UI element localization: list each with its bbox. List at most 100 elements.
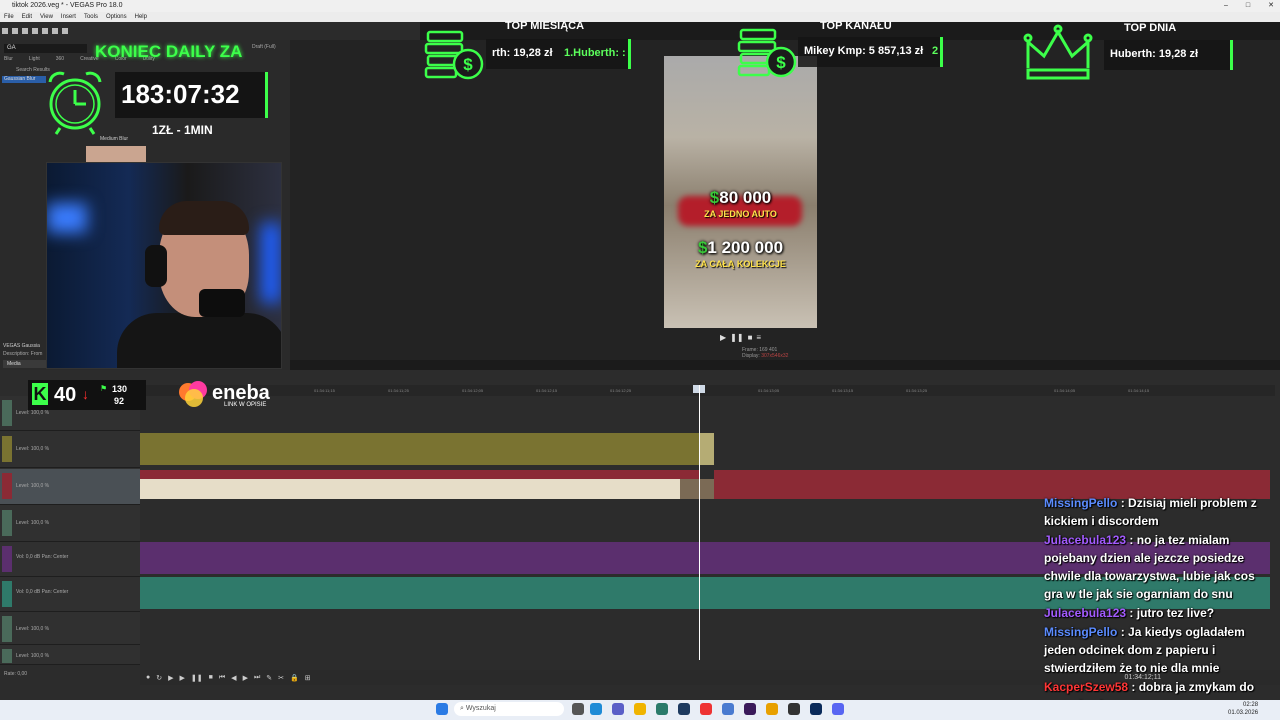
app-icon[interactable] — [744, 703, 756, 715]
app-icon[interactable] — [766, 703, 778, 715]
track-level: Level: 100,0 % — [16, 520, 50, 526]
down-arrow-icon: ↓ — [82, 386, 89, 402]
clip-header[interactable] — [140, 470, 700, 479]
play-icon[interactable]: ▶ — [720, 333, 726, 342]
opera-icon[interactable] — [700, 703, 712, 715]
taskbar-search-input[interactable]: ⌕ Wyszukaj — [454, 702, 564, 716]
menu-view[interactable]: View — [40, 12, 53, 22]
next-frame-icon[interactable]: ▶ — [243, 674, 248, 682]
obs-icon[interactable] — [788, 703, 800, 715]
track-header[interactable]: Vol: 0,0 dB Pan: Center — [0, 542, 140, 577]
pause-icon[interactable]: ❚❚ — [730, 333, 743, 342]
redo-icon[interactable] — [62, 28, 68, 34]
play-icon[interactable]: ▶ — [168, 674, 173, 682]
top-day-box: Huberth: 19,28 zł — [1104, 40, 1233, 70]
undo-icon[interactable] — [52, 28, 58, 34]
discord-icon[interactable] — [832, 703, 844, 715]
loop-icon[interactable]: ↻ — [156, 674, 162, 682]
video-clip[interactable] — [140, 479, 680, 499]
video-clip[interactable] — [700, 433, 714, 465]
track-header[interactable]: Level: 100,0 % — [0, 469, 140, 505]
track-header[interactable]: Vol: 0,0 dB Pan: Center — [0, 577, 140, 612]
ruler-tick: 01:34:12;05 — [462, 388, 484, 393]
window-titlebar: tiktok 2026.veg * - VEGAS Pro 18.0 – □ ✕ — [0, 0, 1280, 12]
price-1-value: 80 000 — [719, 188, 772, 207]
price-2-value: 1 200 000 — [707, 238, 784, 257]
ruler-tick: 01:34:14;05 — [1054, 388, 1076, 393]
video-clip[interactable] — [140, 433, 700, 465]
track-level: Level: 100,0 % — [16, 483, 50, 489]
taskbar-clock[interactable]: 02:28 01.03.2026 — [1228, 701, 1258, 717]
menu-edit[interactable]: Edit — [22, 12, 32, 22]
prev-frame-icon[interactable]: ◀ — [231, 674, 236, 682]
menu-help[interactable]: Help — [135, 12, 147, 22]
frame-info: Frame: 169 401 Display: 307x546x32 — [742, 347, 788, 359]
pause-icon[interactable]: ❚❚ — [191, 674, 203, 682]
properties-icon[interactable] — [32, 28, 38, 34]
stop-icon[interactable]: ■ — [209, 674, 213, 681]
money-stack-icon: $ — [424, 30, 484, 80]
fx-search-input[interactable]: GA — [4, 44, 87, 53]
timeline-ruler[interactable]: 01:34:11;15 01:34:11;25 01:34:12;05 01:3… — [140, 385, 1275, 396]
go-start-icon[interactable]: ⏮ — [219, 674, 225, 682]
windows-start-icon[interactable] — [436, 703, 448, 715]
menu-icon[interactable]: ≡ — [756, 333, 761, 342]
chat-username: Julacebula123 — [1044, 606, 1127, 620]
main-toolbar — [0, 22, 420, 40]
tab-blur[interactable]: Blur — [4, 56, 13, 62]
fx-list-item-gaussian[interactable]: Gaussian Blur — [2, 76, 46, 83]
tab-light[interactable]: Light — [29, 56, 40, 62]
preset-thumbnail[interactable] — [86, 146, 146, 162]
vegas-icon[interactable] — [678, 703, 690, 715]
play-from-start-icon[interactable]: ▶ — [180, 674, 185, 682]
pan-label: Pan: — [41, 554, 52, 560]
top-channel-entry: Mikey Kmp: 5 857,13 zł — [804, 45, 924, 57]
top-channel-label: TOP KANAŁU — [820, 20, 892, 32]
track-header[interactable]: Level: 100,0 % — [0, 612, 140, 645]
file-explorer-icon[interactable] — [634, 703, 646, 715]
app-icon[interactable] — [722, 703, 734, 715]
settings-icon[interactable] — [42, 28, 48, 34]
cut-icon[interactable]: ✂ — [278, 674, 284, 682]
record-icon[interactable]: ● — [146, 674, 150, 681]
track-header[interactable]: Level: 100,0 % — [0, 506, 140, 542]
maximize-button[interactable]: □ — [1246, 0, 1250, 12]
task-view-icon[interactable] — [572, 703, 584, 715]
tab-360[interactable]: 360 — [56, 56, 64, 62]
stat-1: 130 — [112, 384, 128, 394]
dollar-sign: $ — [697, 238, 708, 257]
open-icon[interactable] — [12, 28, 18, 34]
menu-file[interactable]: File — [4, 12, 14, 22]
media-tab[interactable]: Media — [3, 360, 47, 368]
clock-date: 01.03.2026 — [1228, 710, 1259, 716]
app-icon[interactable] — [656, 703, 668, 715]
new-icon[interactable] — [2, 28, 8, 34]
minimize-button[interactable]: – — [1224, 0, 1228, 12]
ruler-tick: 01:34:11;15 — [314, 388, 335, 393]
stop-icon[interactable]: ■ — [748, 333, 753, 342]
track-header[interactable]: Level: 100,0 % — [0, 432, 140, 468]
crown-icon — [1023, 24, 1093, 80]
menu-tools[interactable]: Tools — [84, 12, 98, 22]
kick-logo-icon: K — [32, 383, 48, 405]
close-button[interactable]: ✕ — [1268, 0, 1274, 12]
vol-label: Vol: — [16, 554, 25, 560]
go-end-icon[interactable]: ⏭ — [254, 674, 260, 682]
people-icon: ⚑ — [100, 384, 108, 393]
preview-quality-select[interactable]: Draft (Full) — [252, 44, 276, 50]
eneba-logo: eneba LINK W OPISIE — [178, 380, 278, 412]
track-header[interactable]: Level: 100,0 % — [0, 645, 140, 665]
led-light — [261, 223, 281, 303]
edge-icon[interactable] — [590, 703, 602, 715]
save-icon[interactable] — [22, 28, 28, 34]
menu-insert[interactable]: Insert — [61, 12, 76, 22]
teams-icon[interactable] — [612, 703, 624, 715]
snap-icon[interactable]: ⊞ — [305, 674, 311, 682]
photoshop-icon[interactable] — [810, 703, 822, 715]
menu-options[interactable]: Options — [106, 12, 127, 22]
playhead-line[interactable] — [699, 385, 700, 660]
video-thumbnail[interactable] — [680, 479, 714, 499]
edit-tool-icon[interactable]: ✎ — [266, 674, 272, 682]
lock-icon[interactable]: 🔒 — [290, 674, 299, 682]
top-month-label: TOP MIESIĄCA — [505, 20, 585, 32]
